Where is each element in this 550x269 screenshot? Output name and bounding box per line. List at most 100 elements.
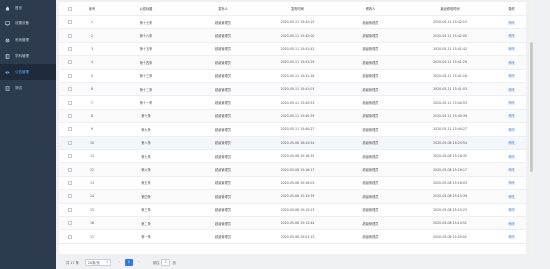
edit-link[interactable]: 修改 — [508, 47, 514, 51]
row-index: 13 — [89, 180, 95, 185]
row-checkbox[interactable] — [68, 87, 72, 92]
row-publish-time: 2020-05-11 15:41:16 — [280, 73, 315, 78]
edit-link[interactable]: 修改 — [508, 21, 514, 25]
row-publish-time: 2020-05-11 15:42:00 — [280, 33, 315, 38]
edit-link[interactable]: 修改 — [508, 61, 514, 65]
table-row: 3 第十五条 超级管理员 2020-05-11 15:41:42 超级管理员 2020-0… — [59, 43, 526, 57]
row-title: 第十五条 — [139, 47, 153, 52]
sidebar-item-test[interactable]: 测试 — [0, 80, 56, 96]
row-select[interactable] — [59, 207, 81, 212]
row-checkbox[interactable] — [68, 140, 72, 145]
scrollbar[interactable] — [529, 2, 534, 254]
row-publisher: 超级管理员 — [215, 74, 231, 79]
gear-icon — [5, 38, 10, 43]
row-select[interactable] — [59, 46, 81, 51]
edit-link[interactable]: 修改 — [508, 128, 514, 132]
row-select[interactable] — [59, 127, 81, 132]
row-checkbox[interactable] — [68, 100, 72, 105]
edit-link[interactable]: 修改 — [508, 222, 514, 226]
pagination: 共 17 条 20条/页 ▾ ‹ 1 › 前往 1 页 — [59, 257, 526, 267]
row-publish-time: 2020-05-08 15:15:23 — [280, 207, 315, 212]
row-checkbox[interactable] — [68, 180, 72, 185]
home-icon — [5, 6, 10, 11]
scrollbar-thumb[interactable] — [530, 42, 533, 172]
edit-link[interactable]: 修改 — [508, 195, 514, 199]
edit-link[interactable]: 修改 — [508, 181, 514, 185]
edit-link[interactable]: 修改 — [508, 235, 514, 239]
row-title: 第十七条 — [139, 20, 153, 25]
row-title: 第四条 — [141, 194, 151, 199]
row-checkbox[interactable] — [68, 46, 72, 51]
goto-page-input[interactable]: 1 — [161, 258, 171, 266]
row-checkbox[interactable] — [68, 194, 72, 199]
row-select[interactable] — [59, 87, 81, 92]
header-select-all[interactable] — [59, 6, 81, 11]
row-checkbox[interactable] — [68, 20, 72, 25]
row-checkbox[interactable] — [68, 221, 72, 226]
edit-link[interactable]: 修改 — [508, 155, 514, 159]
table-row: 12 第六条 超级管理员 2020-05-08 15:16:17 超级管理员 2020-0… — [59, 163, 526, 177]
row-select[interactable] — [59, 20, 81, 25]
row-select[interactable] — [59, 113, 81, 118]
next-page-button[interactable]: › — [134, 258, 143, 266]
sidebar-item-label: 公告管理 — [15, 69, 29, 74]
sidebar-item-subject[interactable]: 学科管理 — [0, 48, 56, 64]
row-modifier: 超级管理员 — [362, 34, 379, 39]
row-index: 7 — [90, 100, 94, 105]
row-modifier: 超级管理员 — [362, 221, 379, 226]
row-checkbox[interactable] — [68, 73, 72, 78]
row-modifier: 超级管理员 — [362, 181, 379, 186]
prev-page-button[interactable]: ‹ — [114, 258, 123, 266]
row-checkbox[interactable] — [68, 167, 72, 172]
header-modifier: 修改人 — [365, 7, 376, 11]
row-checkbox[interactable] — [68, 113, 72, 118]
row-publisher: 超级管理员 — [215, 141, 231, 146]
row-select[interactable] — [59, 33, 81, 38]
row-select[interactable] — [59, 234, 81, 239]
row-checkbox[interactable] — [68, 33, 72, 38]
row-checkbox[interactable] — [68, 234, 72, 239]
row-select[interactable] — [59, 73, 81, 78]
row-checkbox[interactable] — [68, 60, 72, 65]
edit-link[interactable]: 修改 — [508, 208, 514, 212]
edit-link[interactable]: 修改 — [508, 34, 514, 38]
sidebar-item-device[interactable]: 设置设备 — [0, 15, 56, 31]
edit-link[interactable]: 修改 — [508, 168, 514, 172]
row-modifier: 超级管理员 — [362, 154, 379, 159]
announcement-table: 序号 公告标题 发布人 发布时间 修改人 最近修改时间 操作 1 第十七条 超级管理… — [59, 2, 526, 254]
header-publish-time: 发布时间 — [291, 7, 304, 11]
row-select[interactable] — [59, 154, 81, 159]
sidebar-item-home[interactable]: 首页 — [0, 0, 56, 16]
row-select[interactable] — [59, 60, 81, 65]
row-index: 12 — [89, 167, 95, 172]
row-checkbox[interactable] — [68, 154, 72, 159]
edit-link[interactable]: 修改 — [508, 74, 514, 78]
row-title: 第十四条 — [139, 60, 153, 65]
row-title: 第十二条 — [139, 87, 153, 92]
table-row: 9 第九条 超级管理员 2020-05-11 15:40:27 超级管理员 2020-05… — [59, 123, 526, 137]
sidebar-item-system[interactable]: 系统管理 — [0, 32, 56, 48]
row-select[interactable] — [59, 100, 81, 105]
row-select[interactable] — [59, 221, 81, 226]
row-checkbox[interactable] — [68, 207, 72, 212]
row-modify-time: 2020-05-08 15:16:17 — [433, 167, 467, 172]
row-checkbox[interactable] — [68, 127, 72, 132]
page-size-select[interactable]: 20条/页 ▾ — [84, 258, 111, 266]
table-header: 序号 公告标题 发布人 发布时间 修改人 最近修改时间 操作 — [59, 2, 526, 16]
row-modify-time: 2020-05-11 15:41:42 — [433, 46, 467, 51]
edit-link[interactable]: 修改 — [508, 88, 514, 92]
edit-link[interactable]: 修改 — [508, 114, 514, 118]
table-row: 4 第十四条 超级管理员 2020-05-11 15:41:29 超级管理员 2020-0… — [59, 56, 526, 70]
edit-link[interactable]: 修改 — [508, 101, 514, 105]
row-select[interactable] — [59, 194, 81, 199]
sidebar-item-announcement[interactable]: 公告管理 — [0, 64, 56, 80]
page-number-current[interactable]: 1 — [124, 258, 133, 266]
sidebar: 首页 设置设备 系统管理 学科管理 公告管理 测试 — [0, 0, 56, 269]
row-select[interactable] — [59, 167, 81, 172]
edit-link[interactable]: 修改 — [508, 141, 514, 145]
row-select[interactable] — [59, 140, 81, 145]
row-modify-time: 2020-05-11 15:42:15 — [433, 20, 467, 25]
select-all-checkbox[interactable] — [68, 6, 72, 11]
row-select[interactable] — [59, 180, 81, 185]
book-icon — [5, 53, 10, 59]
